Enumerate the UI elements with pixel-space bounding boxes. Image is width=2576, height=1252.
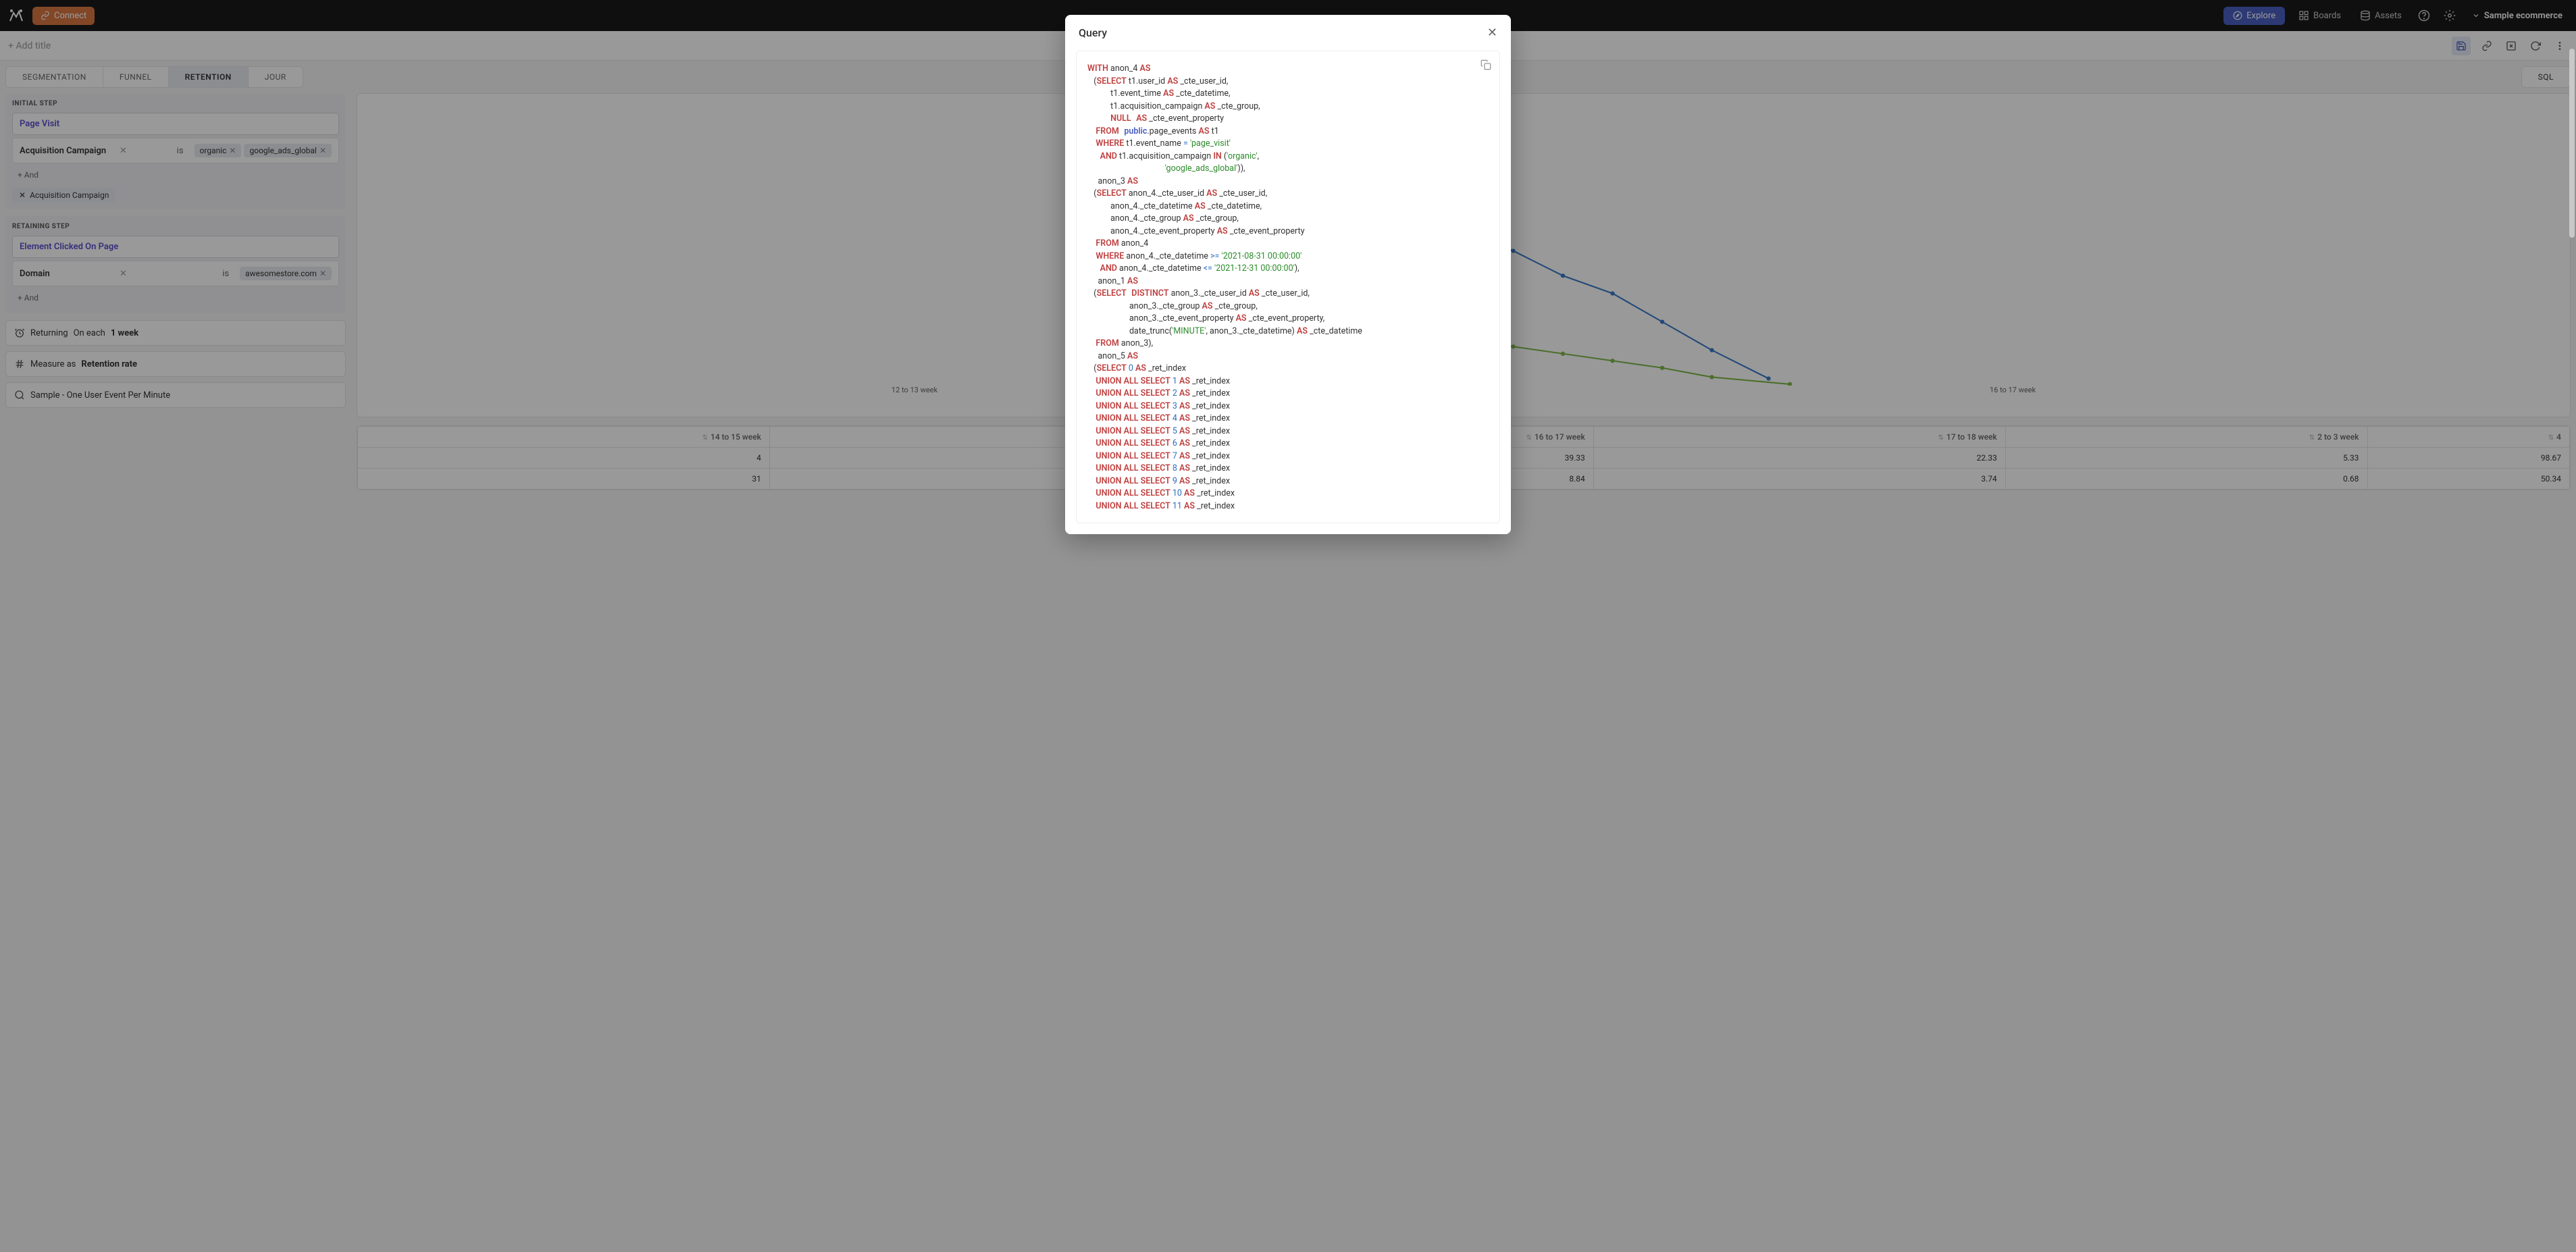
close-icon[interactable]: ✕ (1487, 26, 1497, 40)
modal-scrollbar[interactable] (2569, 49, 2575, 1241)
modal-overlay[interactable]: Query ✕ WITH anon_4 AS (SELECT t1.user_i… (0, 0, 2576, 1252)
query-modal: Query ✕ WITH anon_4 AS (SELECT t1.user_i… (1065, 15, 1511, 534)
modal-title: Query (1079, 26, 1107, 39)
copy-icon[interactable] (1480, 59, 1491, 70)
scrollbar-thumb[interactable] (2569, 49, 2575, 238)
sql-code-block[interactable]: WITH anon_4 AS (SELECT t1.user_id AS _ct… (1076, 51, 1500, 523)
